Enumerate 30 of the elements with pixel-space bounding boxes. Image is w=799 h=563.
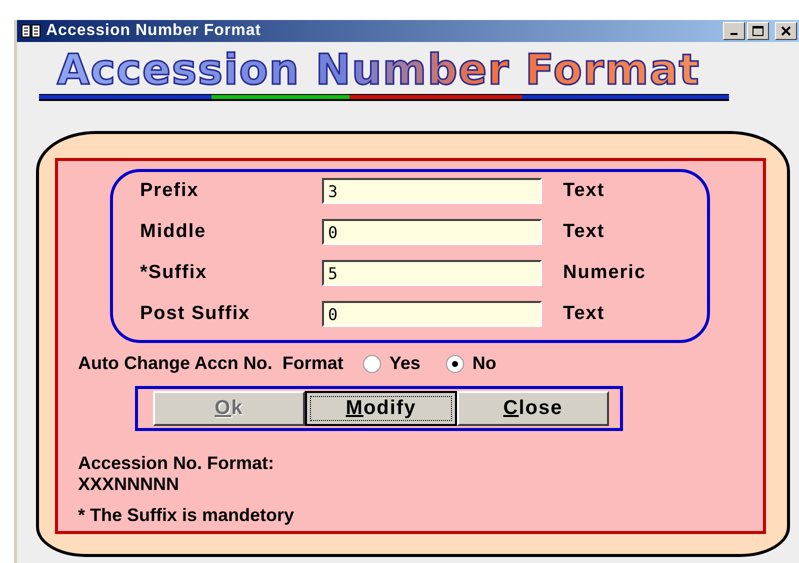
- field-label: Middle: [140, 221, 208, 243]
- radio-button[interactable]: [363, 354, 382, 372]
- maximize-button[interactable]: [747, 22, 769, 40]
- book-icon: [21, 24, 41, 38]
- text-field[interactable]: 0: [322, 301, 542, 327]
- field-type: Text: [563, 303, 605, 325]
- radio-label: No: [472, 353, 496, 374]
- minimize-icon: [730, 33, 738, 35]
- window-title: Accession Number Format: [46, 22, 262, 40]
- text-field[interactable]: 0: [322, 219, 542, 245]
- text-field[interactable]: 5: [322, 260, 542, 286]
- minimize-button[interactable]: [723, 22, 745, 40]
- option-label: Auto Change Accn No. Format: [78, 353, 344, 374]
- text-field[interactable]: 3: [322, 178, 542, 204]
- radio-label: Yes: [389, 353, 420, 374]
- close-button[interactable]: [775, 22, 797, 40]
- dialog-button[interactable]: Close: [457, 391, 609, 426]
- footnote-text: * The Suffix is mandetory: [78, 505, 296, 526]
- close-icon: [780, 26, 792, 36]
- maximize-icon: [752, 26, 764, 36]
- field-type: Text: [563, 180, 605, 202]
- dialog-button[interactable]: Modify: [305, 391, 457, 426]
- field-label: Prefix: [140, 180, 200, 202]
- field-label: *Suffix: [140, 262, 208, 284]
- radio-button[interactable]: [446, 354, 464, 372]
- field-type: Text: [563, 221, 605, 243]
- field-type: Numeric: [563, 262, 646, 284]
- field-label: Post Suffix: [140, 303, 252, 325]
- format-value: XXXNNNNN: [78, 474, 180, 495]
- format-label: Accession No. Format:: [78, 453, 276, 474]
